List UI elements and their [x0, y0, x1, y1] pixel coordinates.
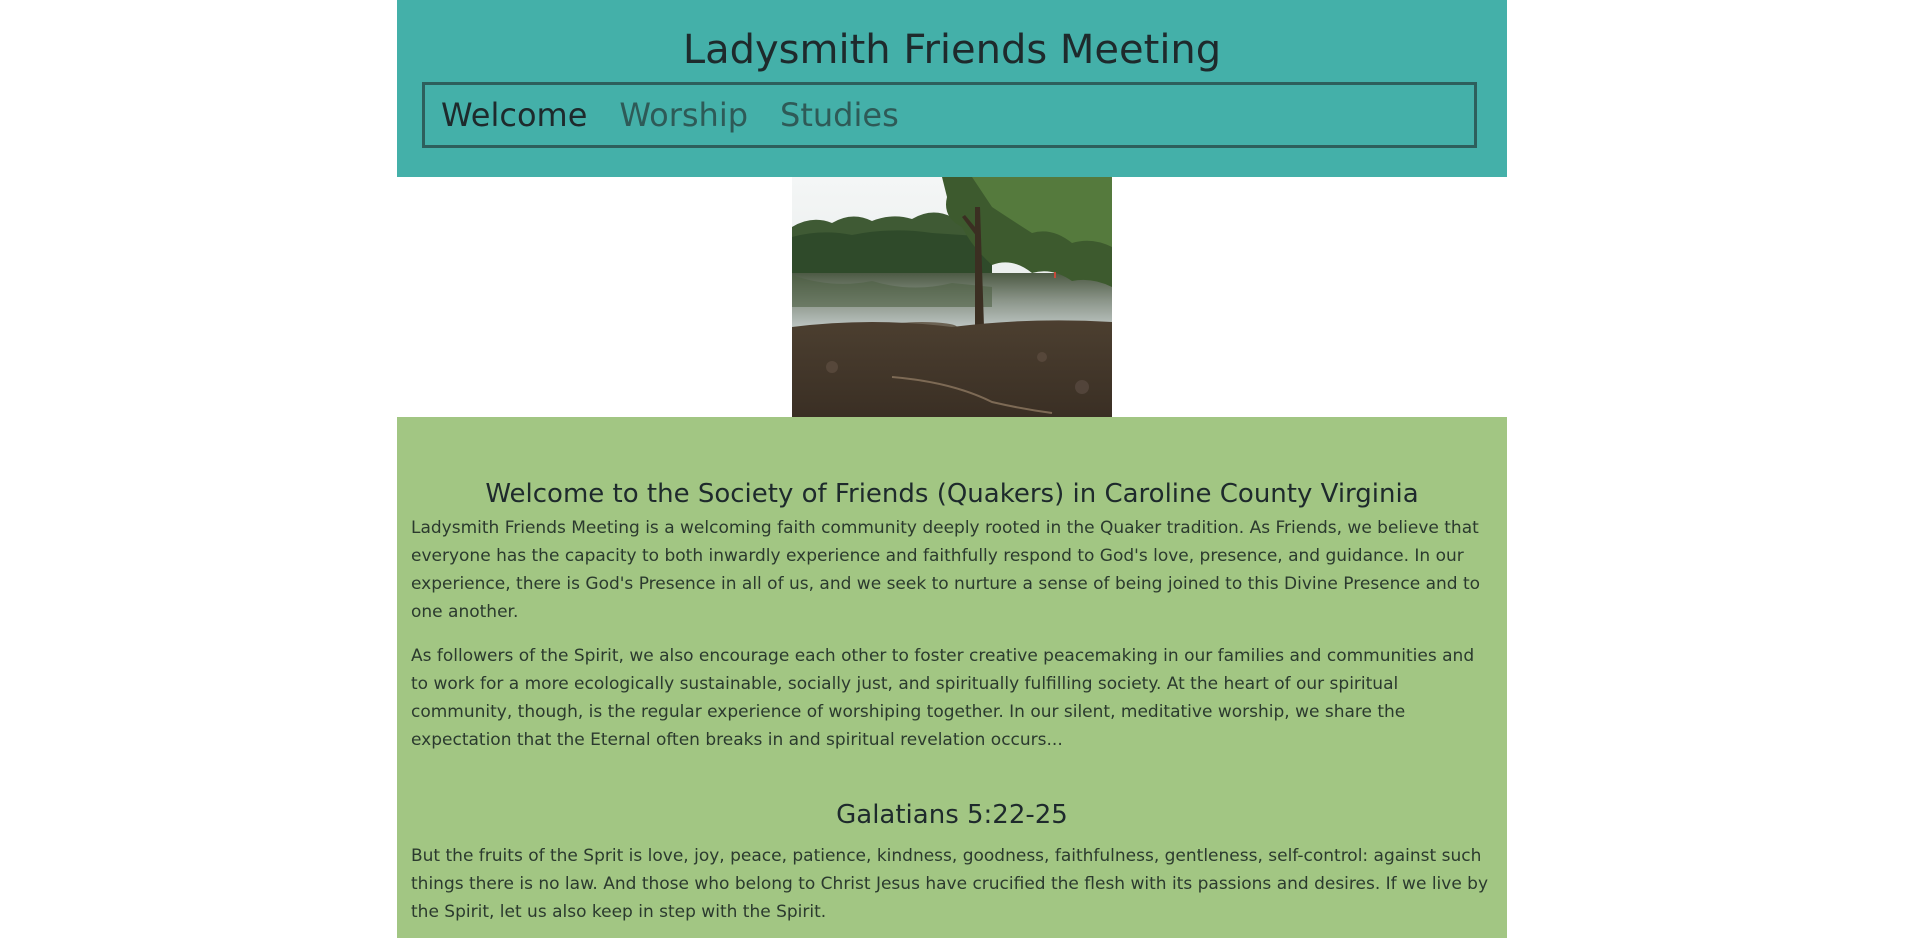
welcome-heading: Welcome to the Society of Friends (Quake… — [485, 479, 1419, 509]
main-nav: Welcome Worship Studies — [422, 82, 1477, 148]
lake-photo — [792, 177, 1112, 417]
nav-link-worship[interactable]: Worship — [619, 95, 748, 135]
main-content: Welcome to the Society of Friends (Quake… — [397, 417, 1507, 938]
site-title: Ladysmith Friends Meeting — [682, 27, 1222, 73]
spirit-paragraph: As followers of the Spirit, we also enco… — [411, 646, 1475, 750]
intro-paragraph: Ladysmith Friends Meeting is a welcoming… — [411, 518, 1481, 622]
verse-paragraph: But the fruits of the Sprit is love, joy… — [411, 846, 1489, 922]
page: Ladysmith Friends Meeting Welcome Worshi… — [397, 0, 1507, 938]
site-header: Ladysmith Friends Meeting Welcome Worshi… — [397, 0, 1507, 177]
nav-link-welcome[interactable]: Welcome — [441, 95, 587, 135]
hero — [397, 177, 1507, 417]
nav-link-studies[interactable]: Studies — [780, 95, 899, 135]
verse-heading: Galatians 5:22-25 — [836, 800, 1068, 830]
